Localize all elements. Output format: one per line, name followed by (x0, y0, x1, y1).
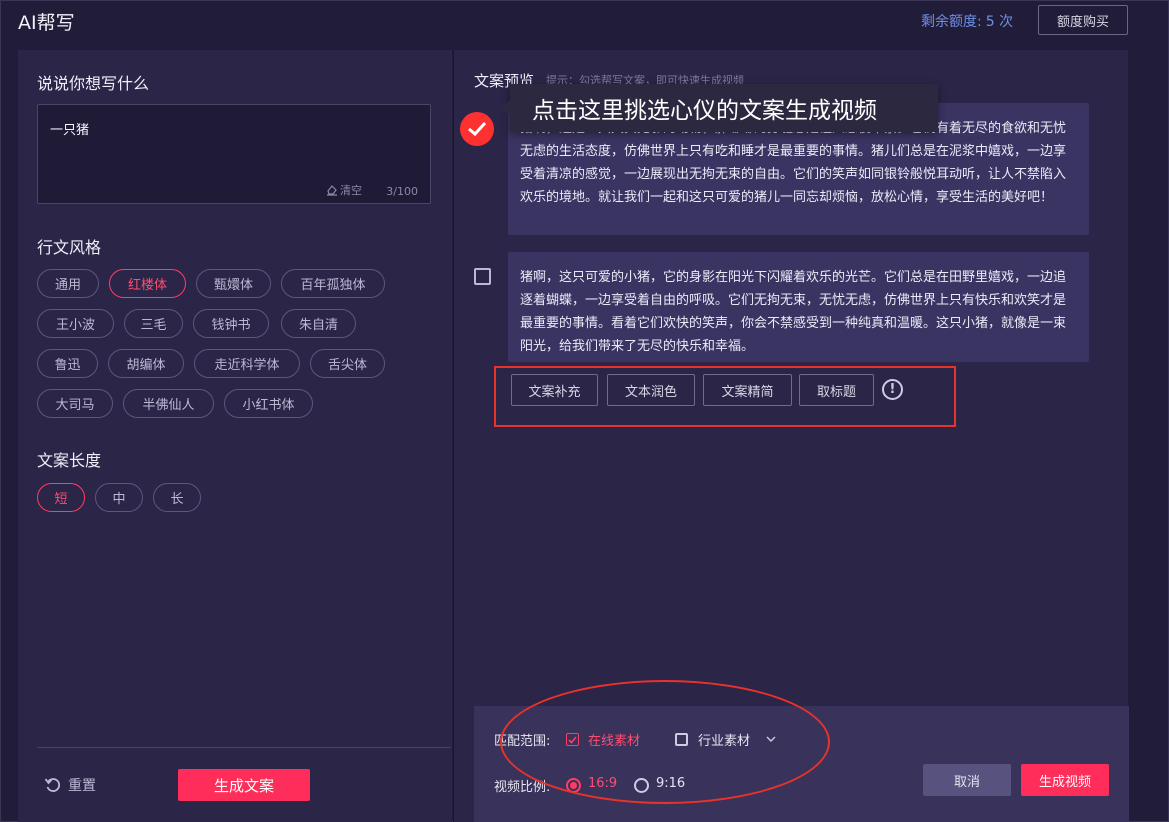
polish-text-button[interactable]: 文本润色 (607, 374, 695, 406)
reset-icon (44, 778, 61, 792)
generate-text-button[interactable]: 生成文案 (178, 769, 310, 801)
chevron-down-icon[interactable] (766, 736, 776, 742)
style-chip-luxun[interactable]: 鲁迅 (37, 349, 98, 378)
ratio-16-9-label[interactable]: 16:9 (588, 776, 617, 791)
buy-quota-button[interactable]: 额度购买 (1038, 5, 1128, 35)
char-counter: 3/100 (386, 185, 418, 198)
style-title: 行文风格 (37, 238, 102, 257)
quota-display: 剩余额度: 5 次 (921, 11, 1013, 31)
right-panel: 文案预览 提示：勾选帮写文案，即可快速生成视频 猪啊，这是一只天真无邪的动物，胖… (453, 50, 1129, 822)
industry-material-label[interactable]: 行业素材 (698, 730, 750, 749)
bottom-options-bar: 匹配范围: 在线素材 行业素材 视频比例: 16:9 9:16 取消 生成视频 (474, 706, 1129, 822)
check-small-icon (568, 735, 577, 744)
style-chip-xiaohongshu[interactable]: 小红书体 (224, 389, 313, 418)
left-panel: 说说你想写什么 一只猪 清空 3/100 行文风格 通用 红楼体 甄嬛体 百年孤… (18, 50, 452, 822)
eraser-icon (327, 184, 337, 196)
ratio-9-16-radio[interactable] (634, 778, 649, 793)
online-material-checkbox[interactable] (566, 733, 579, 746)
generate-video-button[interactable]: 生成视频 (1021, 764, 1109, 796)
copy-card-2[interactable]: 猪啊，这只可爱的小猪，它的身影在阳光下闪耀着欢乐的光芒。它们总是在田野里嬉戏，一… (508, 252, 1089, 362)
length-chip-short[interactable]: 短 (37, 483, 85, 512)
quota-label: 剩余额度: (921, 14, 982, 30)
style-chip-shejianti[interactable]: 舌尖体 (310, 349, 385, 378)
check-icon (468, 121, 487, 137)
style-chip-zoujinkexue[interactable]: 走近科学体 (194, 349, 300, 378)
length-chip-long[interactable]: 长 (153, 483, 201, 512)
supplement-copy-button[interactable]: 文案补充 (511, 374, 598, 406)
card-1-checkbox-checked[interactable] (460, 112, 494, 146)
style-chip-wangxiaobo[interactable]: 王小波 (37, 309, 114, 338)
ratio-9-16-label[interactable]: 9:16 (656, 776, 685, 791)
style-chip-bainiangudu[interactable]: 百年孤独体 (281, 269, 385, 298)
style-chip-sanmao[interactable]: 三毛 (124, 309, 183, 338)
length-chip-medium[interactable]: 中 (95, 483, 143, 512)
simplify-copy-button[interactable]: 文案精简 (703, 374, 792, 406)
get-title-button[interactable]: 取标题 (799, 374, 874, 406)
divider (37, 747, 451, 748)
style-chip-banfoxianren[interactable]: 半佛仙人 (123, 389, 214, 418)
online-material-label[interactable]: 在线素材 (588, 730, 640, 749)
app-title: AI帮写 (18, 12, 75, 34)
cancel-button[interactable]: 取消 (923, 764, 1011, 796)
industry-material-checkbox[interactable] (675, 733, 688, 746)
style-chip-tongyong[interactable]: 通用 (37, 269, 99, 298)
style-chip-dasima[interactable]: 大司马 (37, 389, 113, 418)
card-2-checkbox[interactable] (474, 268, 491, 285)
prompt-input[interactable]: 一只猪 清空 3/100 (37, 104, 431, 204)
clear-button[interactable]: 清空 (326, 182, 362, 198)
ratio-16-9-radio[interactable] (566, 778, 581, 793)
length-title: 文案长度 (37, 451, 102, 470)
quota-value: 5 次 (985, 14, 1014, 30)
match-range-label: 匹配范围: (494, 734, 551, 749)
reset-label: 重置 (68, 778, 96, 794)
style-chip-qianzhongshu[interactable]: 钱钟书 (193, 309, 269, 338)
prompt-value: 一只猪 (50, 123, 90, 138)
clear-label: 清空 (340, 184, 362, 197)
prompt-title: 说说你想写什么 (37, 74, 150, 93)
video-ratio-label: 视频比例: (494, 780, 551, 795)
style-chip-hongloutì[interactable]: 红楼体 (109, 269, 186, 298)
style-chip-hubianti[interactable]: 胡编体 (108, 349, 184, 378)
reset-button[interactable]: 重置 (44, 775, 96, 795)
style-chip-zhuziqing[interactable]: 朱自清 (281, 309, 356, 338)
guide-tooltip: 点击这里挑选心仪的文案生成视频 (502, 84, 938, 132)
info-icon[interactable]: ! (882, 379, 903, 400)
style-chip-zhenhuanti[interactable]: 甄嬛体 (196, 269, 271, 298)
